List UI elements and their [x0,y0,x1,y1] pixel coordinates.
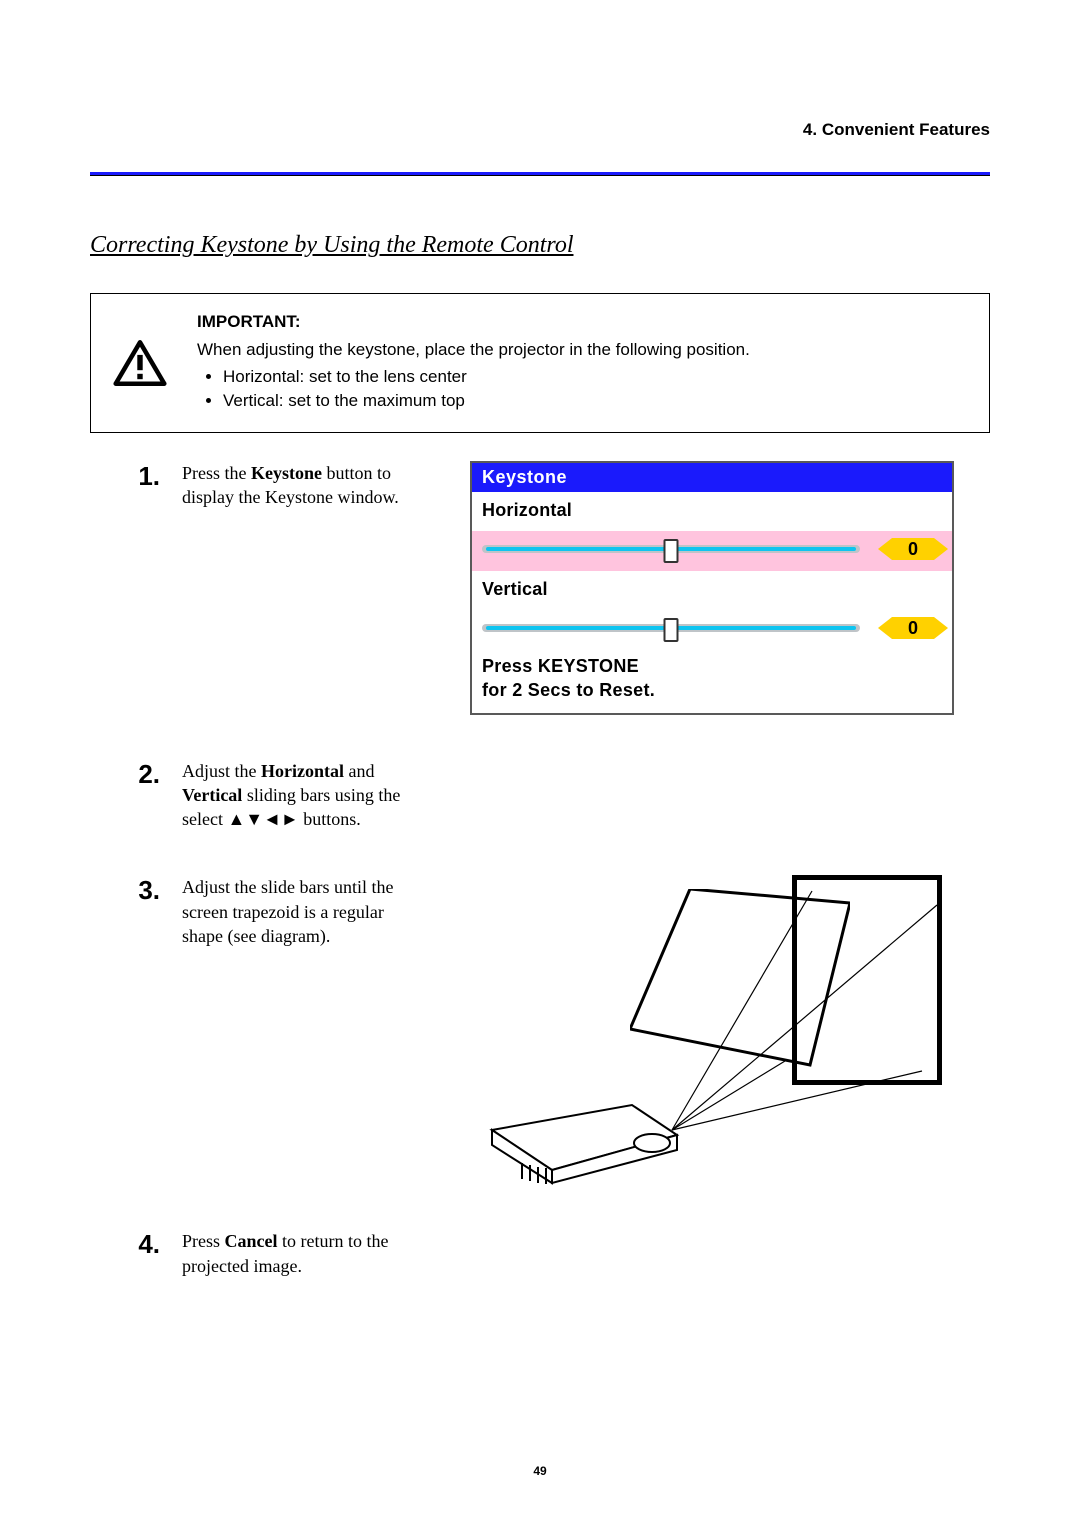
important-intro: When adjusting the keystone, place the p… [197,340,750,359]
step-2-text: Adjust the Horizontal and Vertical slidi… [182,759,412,832]
horizontal-slider-thumb[interactable] [664,539,679,563]
chapter-title: Convenient Features [822,120,990,139]
osd-footer-line2: for 2 Secs to Reset. [482,678,942,702]
osd-horizontal-label: Horizontal [482,500,942,521]
step-1-text: Press the Keystone button to display the… [182,461,412,510]
horizontal-slider[interactable] [476,537,866,561]
vertical-value: 0 [892,617,934,639]
steps: 1. Press the Keystone button to display … [90,461,990,1278]
important-text: When adjusting the keystone, place the p… [197,338,750,414]
important-content: IMPORTANT: When adjusting the keystone, … [197,312,750,414]
projection-beam [482,875,942,1185]
step-3-number: 3. [120,875,160,903]
step-1: 1. Press the Keystone button to display … [90,461,990,715]
left-arrow-icon[interactable] [878,538,892,560]
osd-title: Keystone [472,463,952,492]
right-arrow-icon[interactable] [934,617,948,639]
right-arrow-icon[interactable] [934,538,948,560]
osd-footer: Press KEYSTONE for 2 Secs to Reset. [472,650,952,713]
warning-icon [113,339,167,387]
important-bullet-2: Vertical: set to the maximum top [223,389,750,414]
section-title: Correcting Keystone by Using the Remote … [90,232,990,259]
osd-footer-line1: Press KEYSTONE [482,654,942,678]
osd-vertical-row[interactable]: 0 [472,610,952,650]
important-bullet-1: Horizontal: set to the lens center [223,365,750,390]
osd-horizontal-row[interactable]: 0 [472,531,952,571]
osd-vertical-section: Vertical [472,571,952,610]
step-1-number: 1. [120,461,160,489]
vertical-slider[interactable] [476,616,866,640]
chapter-number: 4. [803,120,817,139]
horizontal-value-pill[interactable]: 0 [878,538,948,560]
step-4-text: Press Cancel to return to the projected … [182,1229,412,1278]
important-label: IMPORTANT: [197,312,750,332]
osd-vertical-label: Vertical [482,579,942,600]
important-box: IMPORTANT: When adjusting the keystone, … [90,293,990,433]
projector-diagram [482,875,942,1185]
step-4-number: 4. [120,1229,160,1257]
step-3-text: Adjust the slide bars until the screen t… [182,875,412,948]
left-arrow-icon[interactable] [878,617,892,639]
page-number: 49 [0,1464,1080,1478]
step-4: 4. Press Cancel to return to the project… [90,1229,990,1278]
step-2-number: 2. [120,759,160,787]
running-head: 4. Convenient Features [90,120,990,140]
step-3: 3. Adjust the slide bars until the scree… [90,875,990,1185]
horizontal-value: 0 [892,538,934,560]
step-1-graphic: Keystone Horizontal 0 [434,461,990,715]
osd-horizontal-section: Horizontal [472,492,952,531]
page: 4. Convenient Features Correcting Keysto… [0,0,1080,1528]
header-rule [90,172,990,176]
step-2: 2. Adjust the Horizontal and Vertical sl… [90,759,990,832]
vertical-value-pill[interactable]: 0 [878,617,948,639]
step-3-graphic [434,875,990,1185]
vertical-slider-thumb[interactable] [664,618,679,642]
keystone-osd: Keystone Horizontal 0 [470,461,954,715]
